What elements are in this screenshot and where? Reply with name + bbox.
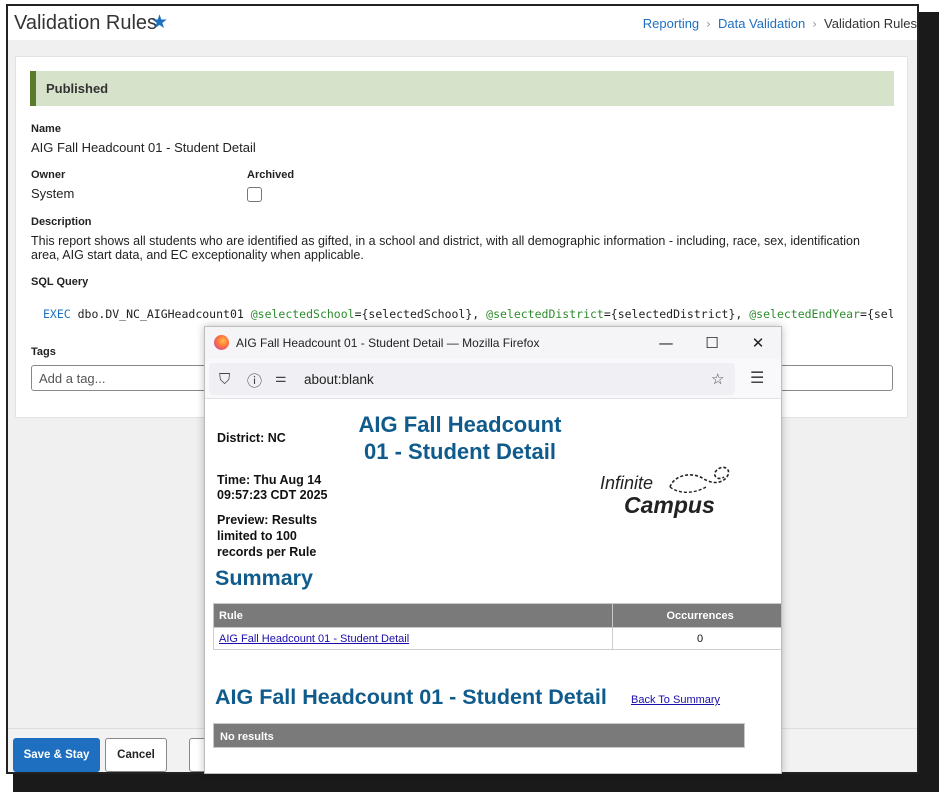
close-icon[interactable]: ✕: [743, 331, 773, 355]
breadcrumb-current: Validation Rules: [824, 16, 917, 31]
shield-icon[interactable]: ⛉: [219, 370, 230, 388]
status-text: Published: [46, 81, 109, 96]
back-to-summary-link[interactable]: Back To Summary: [631, 694, 720, 706]
cancel-button[interactable]: Cancel: [105, 738, 167, 772]
report-content: District: NC Time: Thu Aug 14 09:57:23 C…: [205, 399, 781, 773]
report-district: District: NC: [217, 431, 286, 445]
firefox-logo-icon: [214, 335, 229, 350]
no-results-bar: No results: [213, 723, 745, 748]
info-icon[interactable]: ⓘ: [247, 370, 262, 391]
report-preview-note: Preview: Results limited to 100 records …: [217, 513, 318, 559]
svg-text:Campus: Campus: [624, 492, 715, 518]
archived-label: Archived: [247, 169, 295, 181]
address-bar[interactable]: ⛉ ⓘ ⚌ about:blank ☆: [209, 363, 735, 395]
sql-query-code: EXEC dbo.DV_NC_AIGHeadcount01 @selectedS…: [43, 307, 893, 321]
infinite-campus-logo: Infinite Campus: [600, 466, 730, 518]
owner-value: System: [31, 186, 75, 201]
tags-label: Tags: [31, 346, 56, 358]
detail-heading: AIG Fall Headcount 01 - Student Detail: [215, 685, 607, 709]
breadcrumb-data-validation[interactable]: Data Validation: [718, 16, 805, 31]
breadcrumb-reporting[interactable]: Reporting: [643, 16, 699, 31]
window-titlebar[interactable]: AIG Fall Headcount 01 - Student Detail —…: [205, 327, 781, 359]
table-header-occurrences: Occurrences: [612, 603, 781, 628]
rule-link[interactable]: AIG Fall Headcount 01 - Student Detail: [219, 633, 409, 645]
summary-table: Rule Occurrences AIG Fall Headcount 01 -…: [212, 603, 781, 650]
minimize-icon[interactable]: —: [651, 331, 681, 355]
url-text[interactable]: about:blank: [304, 372, 374, 387]
occurrences-value: 0: [612, 627, 781, 650]
chevron-right-icon: ›: [706, 16, 711, 31]
save-stay-button[interactable]: Save & Stay: [13, 738, 100, 772]
page-header: Validation Rules ★ Reporting › Data Vali…: [8, 6, 917, 40]
svg-text:Infinite: Infinite: [600, 473, 653, 493]
page-title: Validation Rules: [14, 12, 158, 34]
breadcrumb: Reporting › Data Validation › Validation…: [643, 16, 917, 31]
window-title: AIG Fall Headcount 01 - Student Detail —…: [236, 336, 540, 350]
hamburger-menu-icon[interactable]: ☰: [750, 368, 764, 387]
description-value: This report shows all students who are i…: [31, 234, 860, 262]
bookmark-star-icon[interactable]: ☆: [711, 370, 724, 388]
table-header-rule: Rule: [212, 603, 614, 628]
name-label: Name: [31, 123, 61, 135]
summary-heading: Summary: [215, 566, 313, 590]
description-label: Description: [31, 216, 92, 228]
owner-label: Owner: [31, 169, 66, 181]
report-time: Time: Thu Aug 14 09:57:23 CDT 2025: [217, 473, 328, 502]
chevron-right-icon: ›: [812, 16, 818, 31]
maximize-icon[interactable]: ☐: [697, 331, 727, 355]
name-value: AIG Fall Headcount 01 - Student Detail: [31, 140, 256, 155]
permissions-icon[interactable]: ⚌: [275, 371, 287, 386]
status-banner: Published: [30, 71, 894, 106]
favorite-star-icon[interactable]: ★: [151, 11, 168, 33]
archived-checkbox[interactable]: [247, 187, 262, 202]
browser-toolbar: ⛉ ⓘ ⚌ about:blank ☆ ☰: [205, 359, 781, 399]
table-row: AIG Fall Headcount 01 - Student Detail 0: [212, 627, 781, 650]
report-title: AIG Fall Headcount 01 - Student Detail: [358, 412, 562, 464]
sql-query-label: SQL Query: [31, 276, 89, 288]
firefox-popup-window: AIG Fall Headcount 01 - Student Detail —…: [204, 326, 782, 774]
